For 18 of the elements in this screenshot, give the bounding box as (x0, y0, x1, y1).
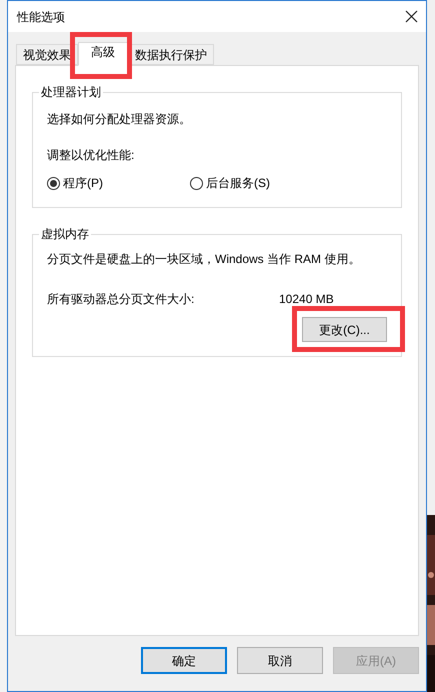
dialog-button[interactable]: 确定 (141, 647, 227, 674)
group-title: 虚拟内存 (39, 226, 91, 242)
description-text: 选择如何分配处理器资源。 (47, 111, 192, 127)
change-button[interactable]: 更改(C)... (302, 317, 387, 342)
prompt-label: 调整以优化性能: (47, 147, 136, 163)
close-icon[interactable] (405, 10, 418, 23)
radio-button[interactable]: 程序(P) (47, 175, 190, 191)
group-title: 处理器计划 (39, 84, 103, 100)
size-value: 10240 MB (279, 291, 334, 307)
tab[interactable]: 视觉效果 (16, 44, 78, 65)
size-label: 所有驱动器总分页文件大小: (47, 291, 196, 307)
description-text: 分页文件是硬盘上的一块区域，Windows 当作 RAM 使用。 (47, 251, 362, 267)
dialog-button[interactable]: 取消 (237, 647, 323, 674)
radio-button[interactable]: 后台服务(S) (190, 175, 270, 191)
window-title: 性能选项 (17, 8, 65, 26)
tab[interactable]: 高级 (78, 42, 128, 66)
radio-icon[interactable] (47, 176, 60, 190)
radio-icon[interactable] (190, 176, 203, 190)
